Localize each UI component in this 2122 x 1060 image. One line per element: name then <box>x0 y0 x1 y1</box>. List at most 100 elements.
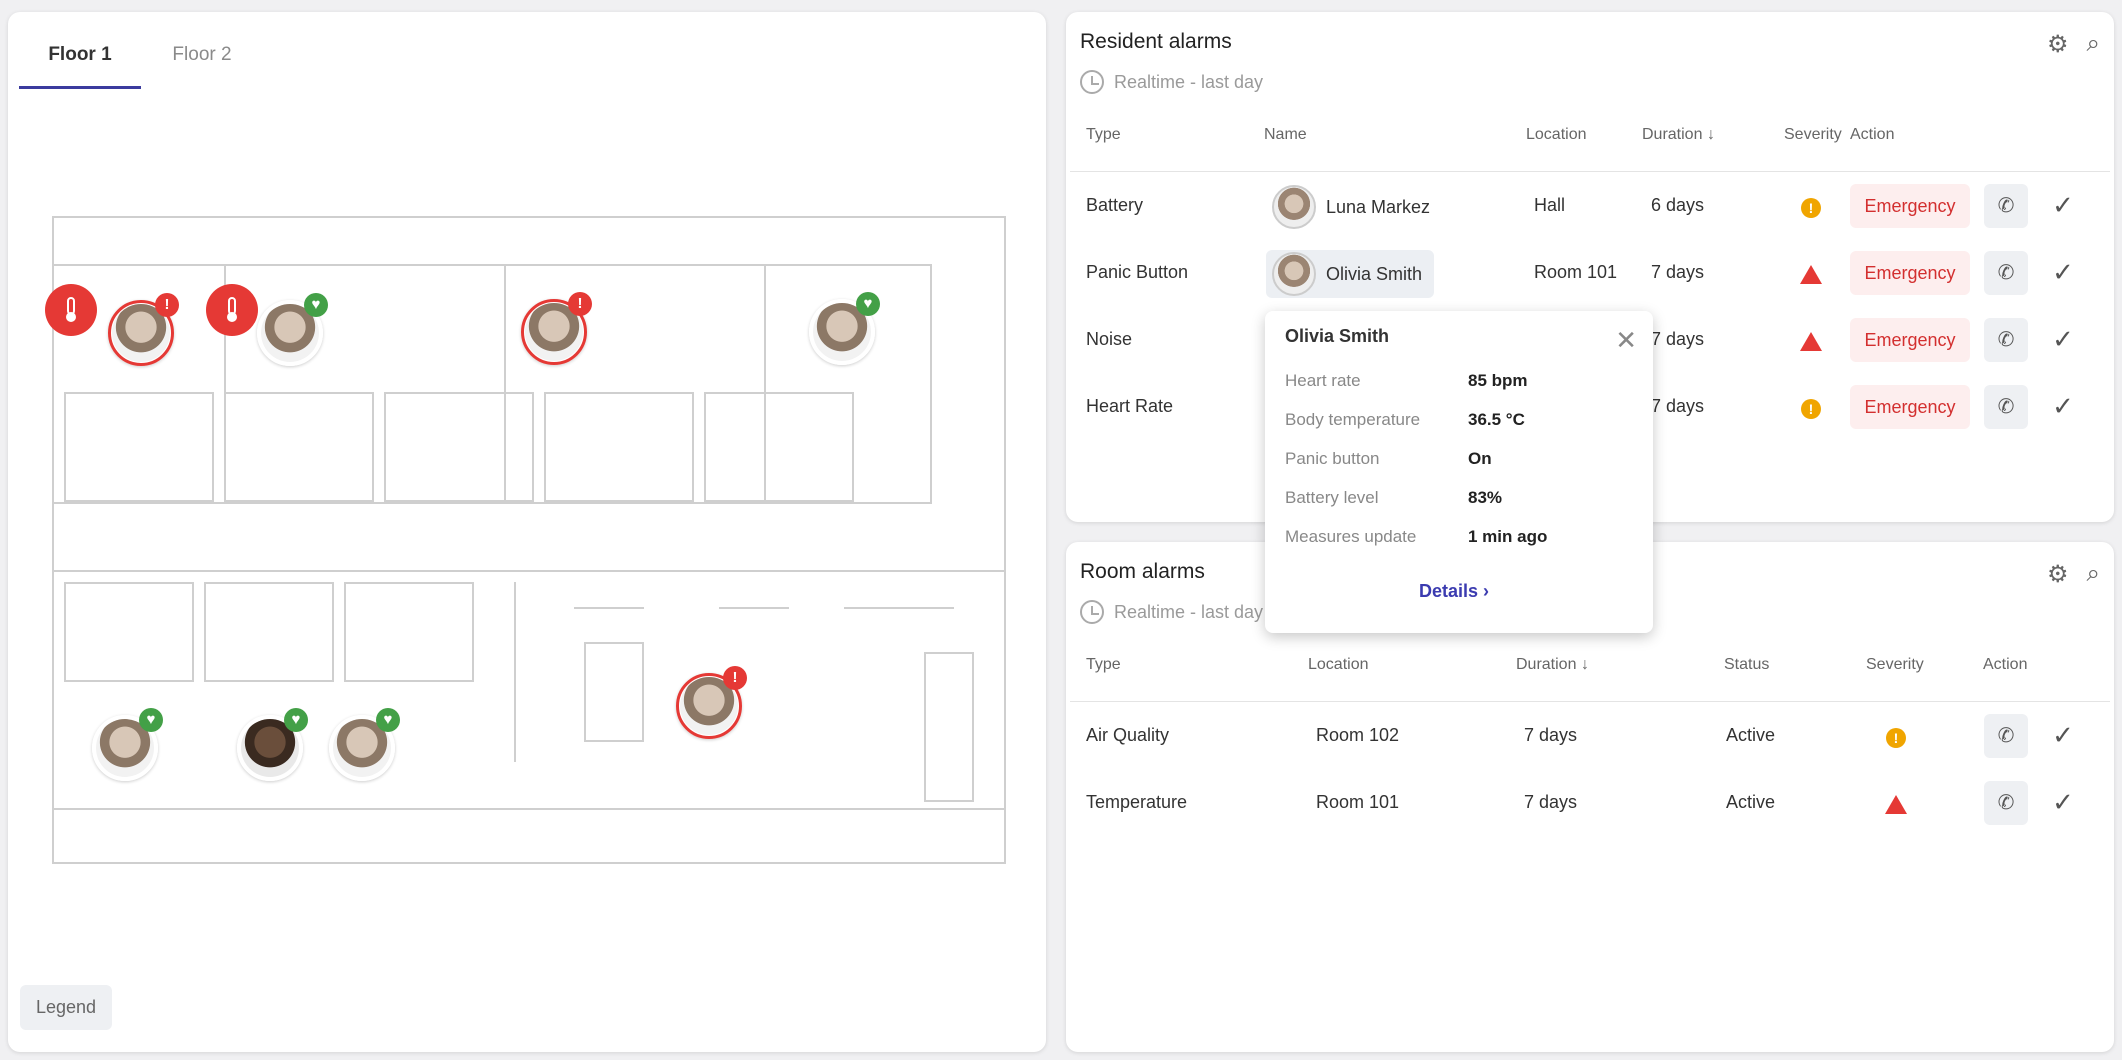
plan-room <box>544 392 694 502</box>
alarm-type: Heart Rate <box>1086 396 1174 416</box>
plan-room <box>64 392 214 502</box>
alert-icon: ! <box>723 666 747 690</box>
phone-button[interactable]: ✆ <box>1984 318 2028 362</box>
popup-resident-name: Olivia Smith <box>1285 326 1390 346</box>
resident-popup: Olivia Smith ✕ Heart rate 85 bpm Body te… <box>1265 311 1653 633</box>
check-icon[interactable]: ✓ <box>2048 787 2078 817</box>
tab-floor-1[interactable]: Floor 1 <box>19 44 141 89</box>
warning-icon: ! <box>1886 728 1906 748</box>
resident-marker-alert[interactable]: ! <box>108 293 179 366</box>
col-action: Action <box>1850 126 1895 143</box>
phone-button[interactable]: ✆ <box>1984 714 2028 758</box>
col-action: Action <box>1983 656 2028 673</box>
search-icon[interactable]: ⌕ <box>2087 30 2100 59</box>
popup-value: 1 min ago <box>1468 527 1548 546</box>
col-severity[interactable]: Severity <box>1866 656 1924 674</box>
check-icon[interactable]: ✓ <box>2048 190 2078 220</box>
popup-value: On <box>1468 449 1492 468</box>
emergency-button[interactable]: Emergency <box>1850 184 1970 228</box>
col-location[interactable]: Location <box>1308 656 1369 674</box>
alarm-duration: 7 days <box>1651 329 1705 349</box>
plan-table <box>584 642 644 742</box>
plan-bottom-wing <box>52 570 1006 810</box>
popup-label: Heart rate <box>1285 371 1361 390</box>
heart-icon: ♥ <box>139 708 163 732</box>
avatar <box>1272 185 1316 229</box>
close-icon[interactable]: ✕ <box>1615 325 1637 356</box>
resident-chip[interactable]: Olivia Smith <box>1266 250 1435 298</box>
gear-icon[interactable]: ⚙ <box>2047 560 2069 589</box>
resident-chip[interactable]: Luna Markez <box>1266 183 1442 231</box>
plan-wall <box>764 264 766 504</box>
col-type[interactable]: Type <box>1086 126 1121 144</box>
floor-plan-card: Floor 1 Floor 2 ! ♥ ! ♥ ♥ ♥ ♥ ! Legend <box>8 12 1046 1052</box>
alarm-duration: 7 days <box>1651 262 1705 282</box>
col-duration[interactable]: Duration ↓ <box>1642 126 1715 144</box>
alarm-status: Active <box>1726 792 1776 812</box>
thermometer-icon[interactable] <box>45 284 97 336</box>
alarm-duration: 7 days <box>1651 396 1705 416</box>
phone-button[interactable]: ✆ <box>1984 385 2028 429</box>
resident-marker-ok[interactable]: ♥ <box>329 708 400 781</box>
check-icon[interactable]: ✓ <box>2048 257 2078 287</box>
col-duration[interactable]: Duration ↓ <box>1516 656 1589 674</box>
check-icon[interactable]: ✓ <box>2048 720 2078 750</box>
alarm-type: Battery <box>1086 195 1144 215</box>
emergency-button[interactable]: Emergency <box>1850 318 1970 362</box>
resident-marker-ok[interactable]: ♥ <box>809 292 880 365</box>
phone-button[interactable]: ✆ <box>1984 781 2028 825</box>
alarm-type: Noise <box>1086 329 1133 349</box>
critical-icon <box>1800 332 1822 351</box>
resident-marker-alert[interactable]: ! <box>521 292 592 365</box>
heart-icon: ♥ <box>304 293 328 317</box>
col-status[interactable]: Status <box>1724 656 1769 674</box>
resident-alarms-title: Resident alarms <box>1080 30 1232 53</box>
legend-button[interactable]: Legend <box>20 985 113 1030</box>
col-location[interactable]: Location <box>1526 126 1587 144</box>
popup-value: 83% <box>1468 488 1503 507</box>
plan-room <box>344 582 474 682</box>
arrow-down-icon: ↓ <box>1706 126 1715 143</box>
col-duration-label: Duration <box>1516 656 1577 673</box>
room-alarms-period: Realtime - last day <box>1080 600 1263 624</box>
tab-floor-2[interactable]: Floor 2 <box>141 44 263 89</box>
popup-label: Measures update <box>1285 527 1417 546</box>
plan-room <box>384 392 534 502</box>
col-severity[interactable]: Severity <box>1784 126 1842 144</box>
thermometer-icon[interactable] <box>206 284 258 336</box>
resident-name: Olivia Smith <box>1326 263 1423 284</box>
resident-marker-ok[interactable]: ♥ <box>92 708 163 781</box>
plan-wall <box>719 607 789 609</box>
plan-room <box>704 392 854 502</box>
popup-label: Battery level <box>1285 488 1379 507</box>
popup-value: 85 bpm <box>1468 371 1528 390</box>
check-icon[interactable]: ✓ <box>2048 324 2078 354</box>
popup-label: Panic button <box>1285 449 1380 468</box>
avatar <box>1272 252 1316 296</box>
search-icon[interactable]: ⌕ <box>2087 560 2100 589</box>
plan-wall <box>514 582 516 762</box>
alarm-type: Air Quality <box>1086 725 1170 745</box>
details-label: Details <box>1419 581 1479 601</box>
resident-marker-alert[interactable]: ! <box>676 666 747 739</box>
emergency-button[interactable]: Emergency <box>1850 251 1970 295</box>
card-actions: ⚙ ⌕ <box>2047 30 2100 59</box>
details-link[interactable]: Details › <box>1419 581 1489 602</box>
plan-stairs <box>924 652 974 802</box>
col-name[interactable]: Name <box>1264 126 1307 144</box>
gear-icon[interactable]: ⚙ <box>2047 30 2069 59</box>
phone-button[interactable]: ✆ <box>1984 251 2028 295</box>
check-icon[interactable]: ✓ <box>2048 391 2078 421</box>
col-duration-label: Duration <box>1642 126 1703 143</box>
plan-room <box>204 582 334 682</box>
chevron-right-icon: › <box>1483 581 1490 601</box>
alert-icon: ! <box>155 293 179 317</box>
plan-wall <box>504 264 506 504</box>
heart-icon: ♥ <box>856 292 880 316</box>
resident-marker-ok[interactable]: ♥ <box>237 708 308 781</box>
col-type[interactable]: Type <box>1086 656 1121 674</box>
resident-marker-ok[interactable]: ♥ <box>257 293 328 366</box>
alarm-duration: 7 days <box>1524 792 1578 812</box>
emergency-button[interactable]: Emergency <box>1850 385 1970 429</box>
phone-button[interactable]: ✆ <box>1984 184 2028 228</box>
